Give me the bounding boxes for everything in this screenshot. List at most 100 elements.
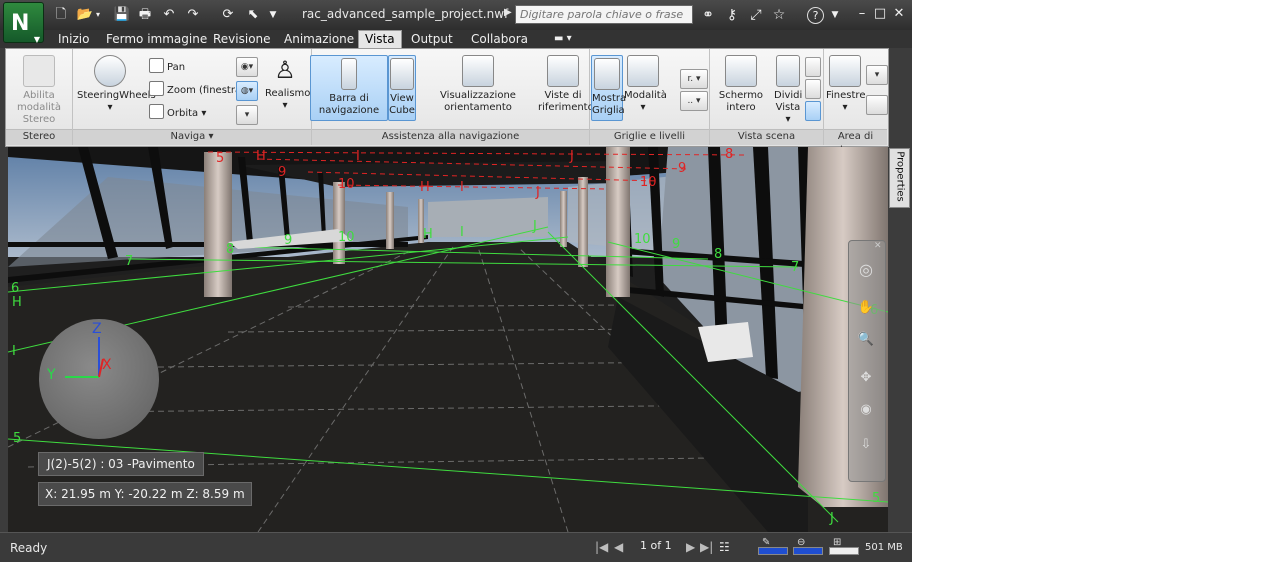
grid-icon: [594, 58, 620, 90]
orientation-axes-icon: [462, 55, 494, 87]
zoom-icon: [149, 81, 164, 96]
tab-inizio[interactable]: Inizio: [52, 31, 95, 48]
show-grid-label: Mostra Griglia: [592, 93, 627, 116]
new-file-icon[interactable]: 🗋: [52, 6, 70, 24]
search-expand-icon[interactable]: ▶: [504, 7, 512, 18]
workspace-load-icon[interactable]: ▾: [866, 65, 888, 85]
save-icon[interactable]: 💾: [113, 6, 131, 24]
refresh-icon[interactable]: ⟳: [219, 6, 237, 24]
print-icon[interactable]: 🖶: [136, 6, 154, 24]
grid-label-5-left: 5: [13, 431, 22, 446]
view-cube-label: View Cube: [389, 93, 415, 116]
tab-animazione[interactable]: Animazione: [278, 31, 360, 48]
select-pointer-icon[interactable]: ⬉: [244, 6, 262, 24]
windows-label: Finestre: [826, 90, 866, 101]
tab-fermo-immagine[interactable]: Fermo immagine: [100, 31, 213, 48]
panel-griglie-livelli: Mostra Griglia Modalità ▾ r. ▾ .. ▾ Grigl…: [590, 49, 710, 145]
grid-label-i-far: I: [460, 225, 464, 240]
status-bar: Ready |◀ ◀ 1 of 1 ▶ ▶| ☷ ✎ ⊖ ⊞ 501 MB: [0, 532, 912, 562]
fullscreen-button[interactable]: Schermo intero: [710, 55, 772, 114]
grid-label-7: 7: [125, 254, 134, 269]
panel-label-naviga: Naviga ▾: [73, 129, 311, 145]
sheet-browser-icon[interactable]: ☷: [719, 540, 730, 554]
walk-tool-button[interactable]: ◉▾: [236, 57, 258, 77]
pan-hand-nav-icon[interactable]: ✋: [857, 299, 875, 317]
document-title: rac_advanced_sample_project.nwf: [302, 7, 509, 21]
key-icon[interactable]: ⚷: [723, 6, 741, 24]
3d-viewport[interactable]: 6 H I 5 7 8 9 10 H I J 10 9 8 7 6 5 J 5 …: [8, 147, 888, 532]
orbit-button[interactable]: Orbita ▾: [149, 104, 206, 120]
application-menu-button[interactable]: N ▼: [3, 2, 44, 44]
navigation-bar-icon: [341, 58, 357, 90]
look-nav-icon[interactable]: ◉: [857, 401, 875, 419]
grid-label-red-h: H: [256, 149, 266, 164]
enable-stereo-button[interactable]: Abilita modalità Stereo: [8, 55, 70, 126]
help-dropdown-icon[interactable]: ▼: [826, 6, 844, 24]
show-grid-button[interactable]: Mostra Griglia: [591, 55, 627, 121]
orientation-compass: Z X Y: [39, 319, 159, 439]
maximize-button[interactable]: □: [871, 5, 889, 23]
levels-icon: [627, 55, 659, 87]
chevron-down-icon: ▼: [33, 35, 40, 44]
nav-tool-dropdown[interactable]: ▾: [236, 105, 258, 125]
pan-button[interactable]: Pan: [149, 58, 185, 74]
quick-access-dropdown-icon[interactable]: ▼: [264, 6, 282, 24]
favorites-star-icon[interactable]: ☆: [770, 6, 788, 24]
orientation-button[interactable]: Visualizzazione orientamento: [422, 55, 534, 114]
steering-wheel-nav-icon[interactable]: ◎: [857, 261, 875, 279]
scene-small-2-icon[interactable]: [805, 79, 821, 99]
workspace-save-icon[interactable]: [866, 95, 888, 115]
redo-icon[interactable]: ↷: [184, 6, 202, 24]
next-page-icon[interactable]: ▶: [686, 540, 695, 554]
binoculars-icon[interactable]: ⚭: [699, 6, 717, 24]
pan-label: Pan: [167, 62, 186, 73]
previous-page-icon[interactable]: ◀: [614, 540, 623, 554]
navigation-bar-button[interactable]: Barra di navigazione: [310, 55, 388, 121]
meter-fill-pencil: [759, 548, 787, 554]
first-page-icon[interactable]: |◀: [595, 540, 608, 554]
scene-small-1-icon[interactable]: [805, 57, 821, 77]
last-page-icon[interactable]: ▶|: [700, 540, 713, 554]
tab-vista[interactable]: Vista: [358, 30, 402, 49]
zoom-nav-icon[interactable]: 🔍: [857, 331, 875, 349]
properties-tab[interactable]: Properties: [889, 148, 910, 208]
navbar-close-icon[interactable]: ✕: [874, 242, 882, 251]
reference-views-button[interactable]: Viste di riferimento: [538, 55, 594, 114]
tab-revisione[interactable]: Revisione: [207, 31, 277, 48]
open-dropdown-icon[interactable]: ▾: [93, 6, 103, 24]
help-icon[interactable]: ?: [807, 7, 824, 24]
exchange-icon[interactable]: ⤢: [747, 6, 765, 24]
split-view-button[interactable]: Dividi Vista ▾: [774, 55, 802, 126]
grid-color-dropdown[interactable]: r. ▾: [680, 69, 708, 89]
search-input[interactable]: [515, 5, 693, 24]
open-folder-icon[interactable]: 📂: [76, 6, 94, 24]
tab-output[interactable]: Output: [405, 31, 459, 48]
view-cube-button[interactable]: View Cube: [388, 55, 416, 121]
undo-icon[interactable]: ↶: [160, 6, 178, 24]
scene-small-3-icon[interactable]: [805, 101, 821, 121]
walk-nav-icon[interactable]: ⇩: [857, 436, 875, 454]
grid-mode-button[interactable]: Modalità ▾: [624, 55, 667, 114]
panel-stereo: Abilita modalità Stereo Stereo: [6, 49, 73, 145]
render-progress-meter: ✎: [758, 537, 788, 557]
grid-label-red-9: 9: [278, 165, 287, 180]
panel-vista-scena: Schermo intero Dividi Vista ▾ Vista scena: [710, 49, 824, 145]
zoom-label: Zoom (finestra): [167, 85, 245, 96]
windows-button[interactable]: Finestre ▾: [826, 55, 866, 114]
memory-usage: 501 MB: [865, 542, 903, 553]
orbit-nav-icon[interactable]: ✥: [857, 369, 875, 387]
grid-level-dropdown[interactable]: .. ▾: [680, 91, 708, 111]
grid-label-red-h2: H: [420, 180, 430, 195]
tab-collabora[interactable]: Collabora: [465, 31, 534, 48]
grid-label-red-i2: I: [460, 180, 464, 195]
split-view-icon: [776, 55, 800, 87]
ribbon-options-icon[interactable]: ▬ ▾: [548, 31, 578, 48]
grid-label-8-right: 8: [714, 247, 723, 262]
minimize-button[interactable]: –: [853, 5, 871, 23]
ribbon-vista: Abilita modalità Stereo Stereo SteeringW…: [5, 48, 889, 156]
close-button[interactable]: ✕: [890, 5, 908, 23]
steering-wheels-button[interactable]: SteeringWheels ▾: [77, 55, 156, 114]
look-tool-button[interactable]: ◍▾: [236, 81, 258, 101]
realism-button[interactable]: ♙ Realismo ▾: [265, 55, 310, 112]
grid-label-h: H: [12, 295, 22, 310]
